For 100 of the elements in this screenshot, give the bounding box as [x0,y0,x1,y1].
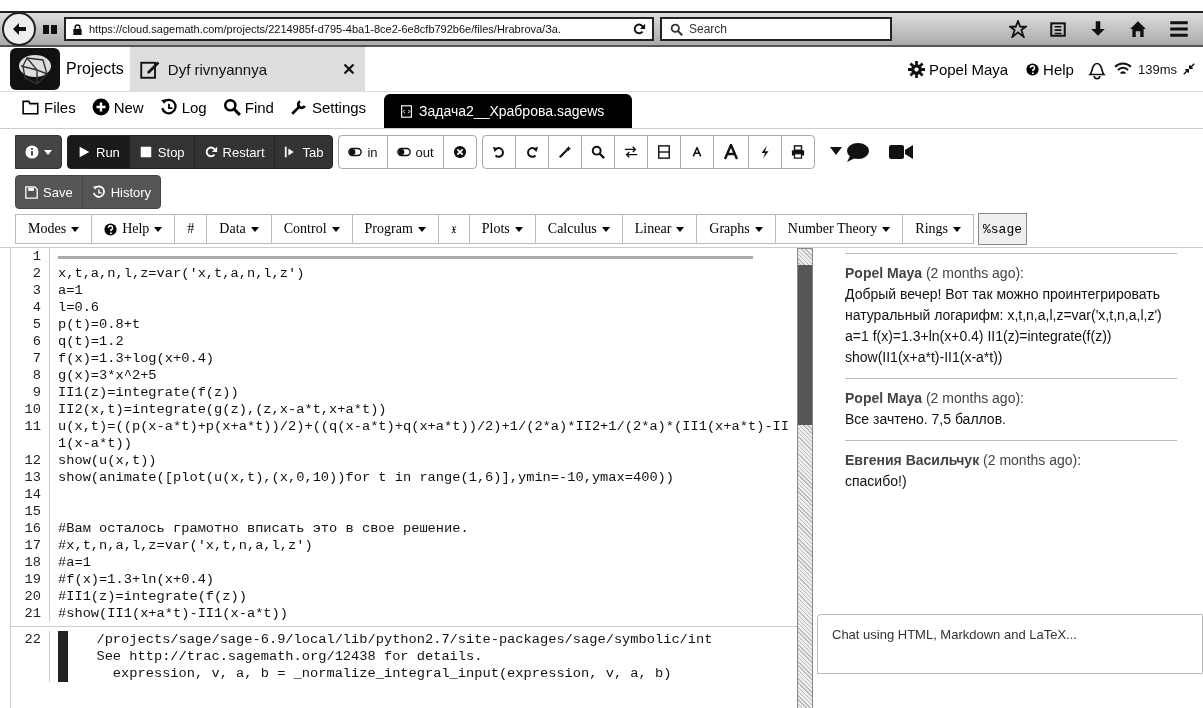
xcircle-button[interactable] [442,135,477,169]
history-icon [159,98,178,116]
history-icon [91,185,106,199]
redo-button[interactable] [514,135,549,169]
stop-icon [138,145,153,159]
undo-button[interactable] [481,135,516,169]
menu-button[interactable]: Number Theory [774,214,904,244]
split-icon [656,145,671,159]
refresh-icon [203,145,218,159]
code-line: f(x)=1.3+log(x+0.4) [57,350,216,367]
line-number: 11 [11,418,50,452]
folder-icon [22,98,40,116]
save-button[interactable]: Save [15,175,83,209]
font-small-icon [691,147,702,157]
caret-icon [331,226,340,232]
toggle-icon [348,145,363,159]
reading-list-icon [1049,20,1067,38]
menu-button[interactable]: Modes [15,214,93,244]
line-number: 22 [11,631,50,682]
toolbar-button[interactable]: Run [67,135,130,169]
code-line: u(x,t)=((p(x-a*t)+p(x+a*t))/2)+((q(x-a*t)+q(x+a*t))/2)+1/(2*a)*II2+1/(2*a)*(II1(x+a*t)-II1(x-a*t)) [57,418,791,452]
close-icon [342,63,355,75]
file-code-icon [400,104,414,118]
toolbar-button[interactable]: in [338,135,388,169]
menu-button[interactable]: Help [91,214,176,244]
search-button[interactable] [580,135,615,169]
gear-icon [907,60,925,78]
menu-button[interactable]: Rings [902,214,974,244]
line-number: 3 [11,282,50,299]
back-button[interactable] [2,12,36,46]
menu-icon [1169,19,1189,39]
projects-tab[interactable]: Projects [60,60,130,78]
message-author: Popel Maya (2 months ago): [845,389,1025,408]
caret-icon [676,226,685,232]
reload-icon [632,22,646,36]
menu-button[interactable]: Calculus [534,214,623,244]
chat-input[interactable]: Chat using HTML, Markdown and LaTeX... [817,614,1203,674]
code-line: show(u(x,t)) [57,452,158,469]
scroll-bar[interactable] [797,248,813,708]
print-icon [790,145,805,159]
code-line: II1(z)=integrate(f(z)) [57,384,240,401]
code-line: x,t,a,n,l,z=var('x,t,a,n,l,z') [57,265,306,282]
caret-icon [250,226,259,232]
play-icon [77,145,91,159]
font-large-button[interactable] [712,135,749,169]
info-button[interactable] [15,135,62,169]
menu-button[interactable]: Plots [468,214,536,244]
toolbar-button[interactable]: Restart [193,135,275,169]
help-button[interactable]: Help [1020,60,1080,78]
font-small-button[interactable] [679,135,714,169]
print-button[interactable] [780,135,815,169]
code-line: a=1 [57,282,84,299]
project-tab[interactable]: Dyf rivnyannya [129,47,365,91]
address-bar[interactable]: https://cloud.sagemath.com/projects/2214985f-d795-4ba1-8ce2-6e8cfb792b6e/files/Hrabrova/За. [64,17,654,41]
code-line: g(x)=3*x^2+5 [57,367,158,384]
log-link[interactable]: Log [151,94,215,128]
line-number: 13 [11,469,50,486]
toolbar-button[interactable]: Tab [273,135,334,169]
font-large-icon [722,144,739,160]
menu-button[interactable]: # [174,214,208,244]
mode-selector[interactable]: %sage [978,213,1028,245]
code-line: #a=1 [57,554,92,571]
search-field[interactable]: Search [660,17,892,41]
split-button[interactable] [646,135,681,169]
caret-icon [71,226,80,232]
logo-icon[interactable] [10,48,60,90]
find-link[interactable]: Find [214,94,282,128]
menu-button[interactable]: Control [270,214,353,244]
account-button[interactable]: Popel Maya [901,60,1015,78]
close-circle-icon [452,145,467,159]
menu-button[interactable]: Program [351,214,439,244]
video-camera-icon [888,144,913,160]
new-link[interactable]: New [83,94,152,128]
code-line: show(animate([plot(u(x,t),(x,0,10))for t in range(1,6)],ymin=-10,ymax=400)) [57,469,676,486]
edit-icon [139,59,160,79]
history-button[interactable]: History [81,175,162,209]
line-number: 18 [11,554,50,571]
search-icon [222,98,241,116]
swap-button[interactable] [613,135,648,169]
star-icon [1009,20,1027,38]
lock-icon [72,23,83,35]
search-icon [590,145,605,159]
toolbar-button[interactable]: Stop [128,135,195,169]
wand-button[interactable] [547,135,582,169]
chat-icon [829,141,870,163]
toolbar-button[interactable]: out [386,135,444,169]
wrench-icon [289,98,308,116]
menu-button[interactable]: Data [206,214,272,244]
settings-link[interactable]: Settings [281,94,375,128]
line-number: 7 [11,350,50,367]
question-circle-icon [1026,62,1040,76]
menu-button[interactable]: 𝔵 [437,214,470,244]
files-link[interactable]: Files [14,94,84,128]
menu-button[interactable]: Linear [621,214,698,244]
line-number: 8 [11,367,50,384]
file-tab[interactable]: Задача2__Храброва.sagews [384,94,633,128]
line-number: 5 [11,316,50,333]
menu-button[interactable]: Graphs [696,214,776,244]
back-arrow-icon [11,21,27,37]
plus-circle-icon [91,98,110,116]
